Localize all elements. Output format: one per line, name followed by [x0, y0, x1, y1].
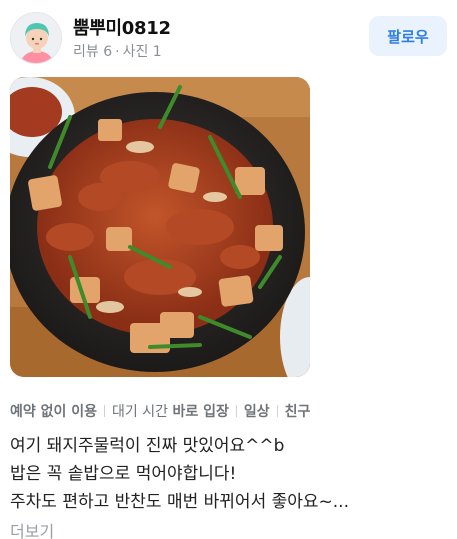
photo-count: 사진 1 — [122, 44, 162, 60]
review-header: 뿜뿌미0812 리뷰 6 · 사진 1 팔로우 — [10, 10, 447, 66]
tag-divider — [104, 405, 106, 417]
review-line: 주차도 편하고 반찬도 매번 바뀌어서 좋아요~... — [10, 492, 349, 512]
profile-meta: 리뷰 6 · 사진 1 — [73, 41, 162, 61]
review-count: 리뷰 6 — [73, 44, 113, 60]
avatar-icon[interactable] — [10, 12, 62, 64]
review-line: 밥은 꼭 솥밥으로 먹어야합니다! — [10, 464, 237, 484]
username[interactable]: 뿜뿌미0812 — [73, 14, 171, 40]
visit-tags: 예약 없이 이용 대기 시간 바로 입장 일상 친구 — [10, 401, 310, 421]
follow-button[interactable]: 팔로우 — [369, 16, 447, 56]
tag-divider — [235, 405, 237, 417]
tag-divider — [276, 405, 278, 417]
food-photo[interactable] — [10, 77, 310, 377]
meta-separator: · — [115, 44, 120, 60]
tag-reservation: 예약 없이 이용 — [10, 404, 98, 420]
tag-wait-value: 바로 입장 — [172, 404, 229, 420]
review-text: 여기 돼지주물럭이 진짜 맛있어요^^b 밥은 꼭 솥밥으로 먹어야합니다! 주… — [10, 432, 447, 516]
tag-companion: 친구 — [284, 404, 311, 420]
tag-purpose: 일상 — [243, 404, 270, 420]
review-line: 여기 돼지주물럭이 진짜 맛있어요^^b — [10, 436, 285, 456]
more-link[interactable]: 더보기 — [10, 519, 54, 539]
tag-wait-label: 대기 시간 — [112, 404, 169, 420]
